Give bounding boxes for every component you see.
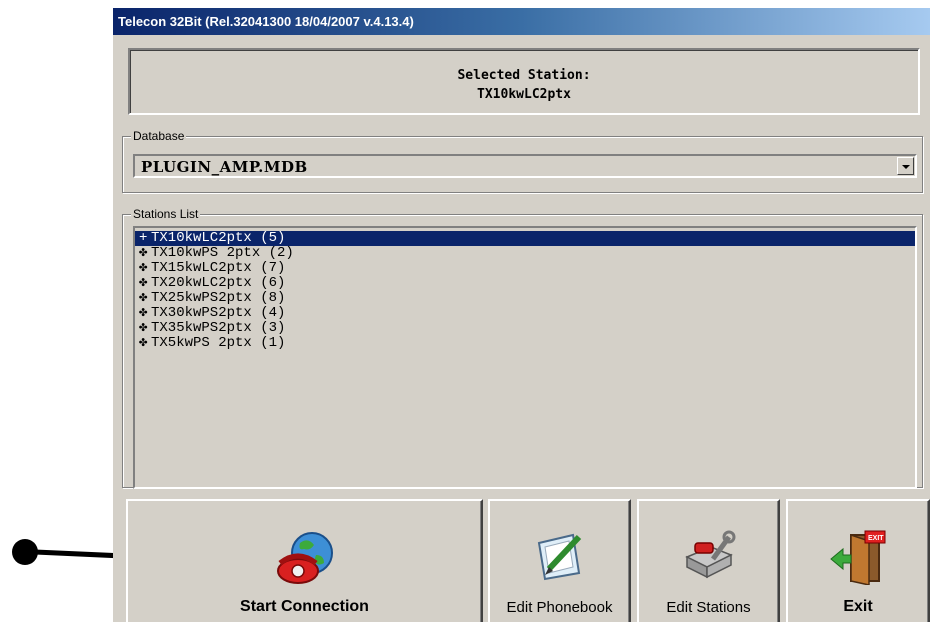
station-list-item[interactable]: + TX10kwLC2ptx (5) (135, 231, 915, 246)
expand-icon[interactable]: ✤ (139, 261, 151, 276)
selected-station-name: TX10kwLC2ptx (477, 87, 571, 102)
start-connection-button[interactable]: Start Connection (126, 499, 483, 622)
start-connection-label: Start Connection (240, 598, 369, 615)
chevron-down-icon[interactable] (897, 157, 914, 175)
station-label: TX30kwPS2ptx (4) (151, 305, 286, 321)
database-group: Database PLUGIN_AMP.MDB (122, 129, 923, 193)
selected-station-heading: Selected Station: (457, 68, 591, 83)
expand-icon[interactable]: ✤ (139, 291, 151, 306)
station-tools-icon (684, 530, 735, 579)
station-label: TX35kwPS2ptx (3) (151, 320, 286, 336)
globe-phone-icon (276, 532, 333, 584)
edit-phonebook-label: Edit Phonebook (506, 599, 613, 616)
phonebook-pencil-icon (537, 533, 581, 581)
edit-stations-label: Edit Stations (666, 599, 751, 616)
station-label: TX5kwPS 2ptx (1) (151, 335, 286, 351)
database-label: Database (131, 129, 187, 143)
selected-station-panel: Selected Station: TX10kwLC2ptx (128, 48, 920, 115)
database-value: PLUGIN_AMP.MDB (141, 158, 308, 176)
database-select[interactable]: PLUGIN_AMP.MDB (133, 154, 917, 178)
station-list-item[interactable]: ✤ TX20kwLC2ptx (6) (135, 276, 915, 291)
station-label: TX10kwLC2ptx (5) (151, 230, 286, 246)
stations-label: Stations List (131, 207, 201, 221)
exit-button[interactable]: EXIT Exit (786, 499, 930, 622)
exit-door-icon: EXIT (830, 530, 886, 585)
expand-icon[interactable]: ✤ (139, 321, 151, 336)
exit-label: Exit (843, 598, 873, 615)
station-list-item[interactable]: ✤ TX10kwPS 2ptx (2) (135, 246, 915, 261)
station-list-item[interactable]: ✤ TX5kwPS 2ptx (1) (135, 336, 915, 351)
station-label: TX10kwPS 2ptx (2) (151, 245, 294, 261)
svg-text:EXIT: EXIT (868, 535, 884, 542)
station-list-item[interactable]: ✤ TX25kwPS2ptx (8) (135, 291, 915, 306)
edit-stations-button[interactable]: Edit Stations (637, 499, 780, 622)
edit-phonebook-button[interactable]: Edit Phonebook (488, 499, 631, 622)
station-list-item[interactable]: ✤ TX30kwPS2ptx (4) (135, 306, 915, 321)
expand-icon[interactable]: ✤ (139, 336, 151, 351)
expand-icon[interactable]: ✤ (139, 306, 151, 321)
expand-icon[interactable]: + (139, 231, 151, 246)
expand-icon[interactable]: ✤ (139, 246, 151, 261)
station-label: TX15kwLC2ptx (7) (151, 260, 286, 276)
stations-listbox[interactable]: + TX10kwLC2ptx (5) ✤ TX10kwPS 2ptx (2) ✤ TX15… (133, 226, 917, 489)
station-label: TX25kwPS2ptx (8) (151, 290, 286, 306)
stations-group: Stations List + TX10kwLC2ptx (5) ✤ TX10kwPS… (122, 207, 923, 489)
app-window: Telecon 32Bit (Rel.32041300 18/04/2007 v… (113, 8, 930, 622)
expand-icon[interactable]: ✤ (139, 276, 151, 291)
station-label: TX20kwLC2ptx (6) (151, 275, 286, 291)
title-bar[interactable]: Telecon 32Bit (Rel.32041300 18/04/2007 v… (113, 8, 930, 35)
station-list-item[interactable]: ✤ TX35kwPS2ptx (3) (135, 321, 915, 336)
station-list-item[interactable]: ✤ TX15kwLC2ptx (7) (135, 261, 915, 276)
